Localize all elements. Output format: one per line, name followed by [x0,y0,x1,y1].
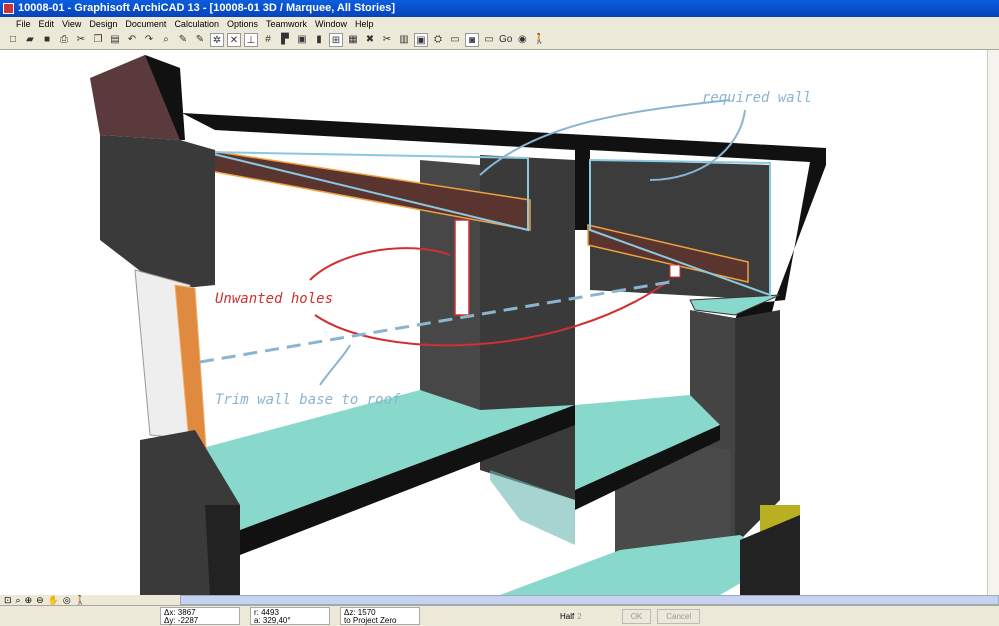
cancel-button[interactable]: Cancel [657,608,701,624]
toolbar: □ ▰ ■ ⎙ ✂ ❐ ▤ ↶ ↷ ⌕ ✎ ✎ ✲ ✕ ⊥ # ▛ ▣ ▮ ⊞ … [0,31,999,50]
cut-icon[interactable]: ✂ [74,33,88,47]
arrow-trim [319,344,351,386]
fit-icon[interactable]: ⊡ [4,595,12,605]
label-required-wall: required wall [702,90,812,106]
go-button[interactable]: Go [499,33,512,47]
table-icon[interactable]: ▦ [346,33,360,47]
r-a-field[interactable]: r: 4493 a: 329,40° [250,607,330,625]
grid-icon[interactable]: # [261,33,275,47]
walk-icon[interactable]: 🚶 [532,33,546,47]
navigator-icon[interactable]: ◉ [515,33,529,47]
guide-icon[interactable]: ⊥ [244,33,258,47]
hole-right [669,264,681,278]
lower-block-side [205,505,240,595]
new-icon[interactable]: □ [6,33,20,47]
zoom-out-icon[interactable]: ⊖ [36,595,44,605]
menu-options[interactable]: Options [227,17,258,31]
magic-wand-icon[interactable]: ✲ [210,33,224,47]
paste-icon[interactable]: ▤ [108,33,122,47]
display-icon[interactable]: ▭ [482,33,496,47]
pen-label[interactable]: Half [560,612,574,621]
view-icon[interactable]: ▭ [448,33,462,47]
menu-teamwork[interactable]: Teamwork [266,17,307,31]
save-icon[interactable]: ■ [40,33,54,47]
menu-edit[interactable]: Edit [39,17,55,31]
info-box: Δx: 3867 Δy: -2287 r: 4493 a: 329,40° Δz: … [0,605,999,626]
menu-help[interactable]: Help [355,17,374,31]
orbit-icon[interactable]: ◎ [63,595,71,605]
3d-model: required wall Unwanted holes Trim wall b… [90,55,826,595]
print-icon[interactable]: ⎙ [57,33,71,47]
vertical-scrollbar[interactable] [987,50,999,595]
app-icon [3,3,14,14]
horizontal-scrollbar[interactable] [180,595,999,605]
menu-document[interactable]: Document [125,17,166,31]
render-icon[interactable]: ⛭ [431,33,445,47]
angle-value: a: 329,40° [254,616,291,625]
chimney-body [100,135,215,290]
lock-icon[interactable]: ▮ [312,33,326,47]
menu-bar: File Edit View Design Document Calculati… [0,17,999,31]
menu-file[interactable]: File [16,17,31,31]
camera-icon[interactable]: ◙ [465,33,479,47]
eyedropper-icon[interactable]: ✎ [176,33,190,47]
group-icon[interactable]: ▣ [295,33,309,47]
hole-left [454,219,470,316]
3d-viewport[interactable]: required wall Unwanted holes Trim wall b… [0,50,987,595]
pen-number: 2 [577,611,582,621]
menu-window[interactable]: Window [315,17,347,31]
dx-dy-field[interactable]: Δx: 3867 Δy: -2287 [160,607,240,625]
trim-icon[interactable]: ✂ [380,33,394,47]
dz-field[interactable]: Δz: 1570 to Project Zero [340,607,420,625]
zoom-in-icon[interactable]: ⊕ [25,595,33,605]
align-icon[interactable]: ▛ [278,33,292,47]
close-icon[interactable]: ✖ [363,33,377,47]
walk-nav-icon[interactable]: 🚶 [75,595,86,605]
undo-icon[interactable]: ↶ [125,33,139,47]
navigation-bar: ⊡ ⌕ ⊕ ⊖ ✋ ◎ 🚶 [0,595,999,605]
layers-icon[interactable]: ⊞ [329,33,343,47]
snap-icon[interactable]: ✕ [227,33,241,47]
reference-value: to Project Zero [344,616,397,625]
menu-view[interactable]: View [62,17,81,31]
label-trim-wall: Trim wall base to roof [215,392,401,408]
section-icon[interactable]: ▥ [397,33,411,47]
pan-icon[interactable]: ✋ [48,595,59,605]
copy-icon[interactable]: ❐ [91,33,105,47]
menu-calculation[interactable]: Calculation [174,17,219,31]
syringe-icon[interactable]: ✎ [193,33,207,47]
find-icon[interactable]: ⌕ [159,33,173,47]
title-bar: 10008-01 - Graphisoft ArchiCAD 13 - [100… [0,0,999,17]
dy-value: Δy: -2287 [164,616,199,625]
window-title: 10008-01 - Graphisoft ArchiCAD 13 - [100… [18,2,395,14]
redo-icon[interactable]: ↷ [142,33,156,47]
3d-window-icon[interactable]: ▣ [414,33,428,47]
zoom-area-icon[interactable]: ⌕ [16,595,21,605]
label-unwanted-holes: Unwanted holes [215,291,333,307]
ok-button[interactable]: OK [621,608,652,624]
open-icon[interactable]: ▰ [23,33,37,47]
menu-design[interactable]: Design [89,17,117,31]
